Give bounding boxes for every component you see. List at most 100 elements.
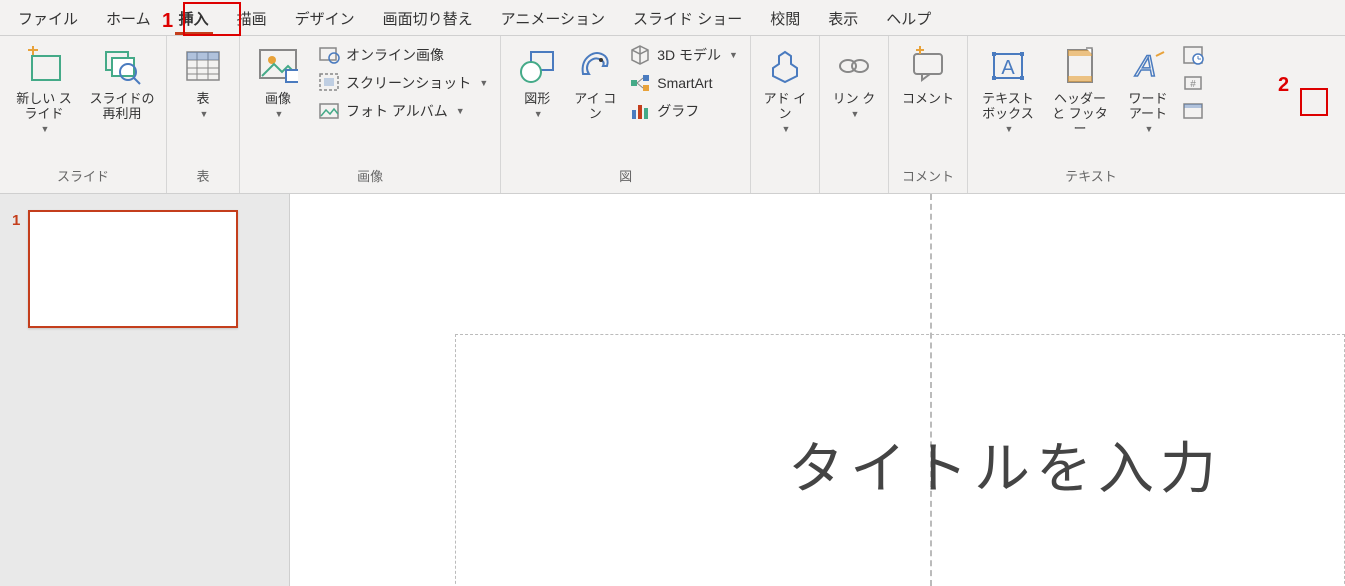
- cube-icon: [629, 44, 651, 66]
- icons-icon: [575, 46, 615, 86]
- tab-transition[interactable]: 画面切り替え: [369, 0, 487, 35]
- slide-thumbnails: 1: [0, 194, 290, 586]
- group-table: 表 ▼ 表: [167, 36, 240, 193]
- link-icon: [834, 46, 874, 86]
- tab-draw[interactable]: 描画: [223, 0, 281, 35]
- group-table-label: 表: [196, 162, 209, 191]
- slide-number-button[interactable]: #: [1182, 72, 1206, 96]
- screenshot-button[interactable]: スクリーンショット ▼: [314, 70, 492, 96]
- date-time-button[interactable]: [1182, 44, 1206, 68]
- tab-animation[interactable]: アニメーション: [487, 0, 619, 35]
- image-icon: [258, 46, 298, 86]
- comment-icon: [908, 46, 948, 86]
- link-button[interactable]: リン ク ▼: [828, 42, 880, 123]
- screenshot-icon: [318, 72, 340, 94]
- header-footer-icon: [1060, 46, 1100, 86]
- screenshot-label: スクリーンショット: [346, 73, 471, 93]
- tab-home[interactable]: ホーム: [92, 0, 165, 35]
- new-slide-label: 新しい スライド: [10, 92, 78, 122]
- 3d-model-label: 3D モデル: [657, 45, 721, 65]
- group-illustration-label: 図: [619, 162, 632, 191]
- smartart-button[interactable]: SmartArt: [625, 70, 742, 96]
- thumb-number: 1: [12, 210, 20, 229]
- title-text: タイトルを入力: [788, 424, 1222, 505]
- svg-text:A: A: [1134, 50, 1156, 83]
- icons-button[interactable]: アイ コン: [571, 42, 619, 126]
- comment-label: コメント: [902, 92, 954, 107]
- chevron-down-icon: ▼: [850, 109, 859, 119]
- tab-insert[interactable]: 挿入: [165, 0, 223, 35]
- reuse-slide-icon: [102, 46, 142, 86]
- svg-text:A: A: [1001, 57, 1015, 79]
- object-button[interactable]: [1182, 100, 1206, 124]
- table-button[interactable]: 表 ▼: [175, 42, 231, 123]
- group-text-label: テキスト: [1065, 162, 1117, 191]
- group-slide: 新しい スライド ▼ スライドの 再利用 スライド: [0, 36, 167, 193]
- chart-label: グラフ: [657, 101, 699, 121]
- photo-album-label: フォト アルバム: [346, 101, 448, 121]
- smartart-icon: [629, 72, 651, 94]
- wordart-icon: A: [1128, 46, 1168, 86]
- online-image-button[interactable]: オンライン画像: [314, 42, 492, 68]
- tab-view[interactable]: 表示: [814, 0, 872, 35]
- addin-label: アド イン: [761, 92, 809, 122]
- online-image-icon: [318, 44, 340, 66]
- wordart-button[interactable]: A ワード アート ▼: [1120, 42, 1176, 138]
- textbox-icon: A: [988, 46, 1028, 86]
- group-comment-label: コメント: [902, 162, 954, 191]
- shapes-icon: [517, 46, 557, 86]
- ribbon: 新しい スライド ▼ スライドの 再利用 スライド 表 ▼ 表 画像 ▼ オンラ…: [0, 36, 1345, 194]
- wordart-label: ワード アート: [1122, 92, 1174, 122]
- chevron-down-icon: ▼: [1144, 124, 1153, 134]
- 3d-model-button[interactable]: 3D モデル ▼: [625, 42, 742, 68]
- header-footer-button[interactable]: ヘッダーと フッター: [1046, 42, 1114, 141]
- slide-canvas[interactable]: タイトルを入力: [290, 194, 1345, 586]
- chevron-down-icon: ▼: [275, 109, 284, 119]
- comment-button[interactable]: コメント: [897, 42, 959, 111]
- slide-thumb-1[interactable]: [28, 210, 238, 328]
- new-slide-icon: [24, 46, 64, 86]
- tab-slideshow[interactable]: スライド ショー: [619, 0, 756, 35]
- table-label: 表: [196, 92, 209, 107]
- group-illustration: 図形 ▼ アイ コン 3D モデル ▼ SmartArt グラフ 図: [501, 36, 751, 193]
- tab-file[interactable]: ファイル: [4, 0, 92, 35]
- smartart-label: SmartArt: [657, 75, 712, 91]
- tab-help[interactable]: ヘルプ: [872, 0, 945, 35]
- photo-album-button[interactable]: フォト アルバム ▼: [314, 98, 492, 124]
- textbox-label: テキスト ボックス: [978, 92, 1038, 122]
- chevron-down-icon: ▼: [534, 109, 543, 119]
- group-text: A テキスト ボックス ▼ ヘッダーと フッター A ワード アート ▼ # テ…: [968, 36, 1214, 193]
- tab-design[interactable]: デザイン: [281, 0, 369, 35]
- group-slide-label: スライド: [57, 162, 109, 191]
- svg-text:#: #: [1190, 79, 1196, 90]
- group-image-label: 画像: [357, 162, 383, 191]
- chevron-down-icon: ▼: [456, 106, 465, 116]
- group-comment: コメント コメント: [889, 36, 968, 193]
- group-image: 画像 ▼ オンライン画像 スクリーンショット ▼ フォト アルバム ▼ 画像: [240, 36, 501, 193]
- reuse-slide-button[interactable]: スライドの 再利用: [86, 42, 158, 126]
- chevron-down-icon: ▼: [479, 78, 488, 88]
- ribbon-tabs: ファイル ホーム 挿入 描画 デザイン 画面切り替え アニメーション スライド …: [0, 0, 1345, 36]
- title-placeholder[interactable]: タイトルを入力: [455, 334, 1345, 586]
- table-icon: [183, 46, 223, 86]
- chevron-down-icon: ▼: [200, 109, 209, 119]
- new-slide-button[interactable]: 新しい スライド ▼: [8, 42, 80, 138]
- online-image-label: オンライン画像: [346, 45, 444, 65]
- group-link: リン ク ▼: [820, 36, 889, 193]
- tab-review[interactable]: 校閲: [756, 0, 814, 35]
- chart-icon: [629, 100, 651, 122]
- chevron-down-icon: ▼: [781, 124, 790, 134]
- chevron-down-icon: ▼: [729, 50, 738, 60]
- chevron-down-icon: ▼: [1004, 124, 1013, 134]
- addin-button[interactable]: アド イン ▼: [759, 42, 811, 138]
- image-label: 画像: [265, 92, 291, 107]
- group-addin: アド イン ▼: [751, 36, 820, 193]
- chart-button[interactable]: グラフ: [625, 98, 742, 124]
- shapes-button[interactable]: 図形 ▼: [509, 42, 565, 123]
- textbox-button[interactable]: A テキスト ボックス ▼: [976, 42, 1040, 138]
- image-button[interactable]: 画像 ▼: [248, 42, 308, 123]
- shapes-label: 図形: [524, 92, 550, 107]
- photo-album-icon: [318, 100, 340, 122]
- addin-icon: [765, 46, 805, 86]
- link-label: リン ク: [833, 92, 876, 107]
